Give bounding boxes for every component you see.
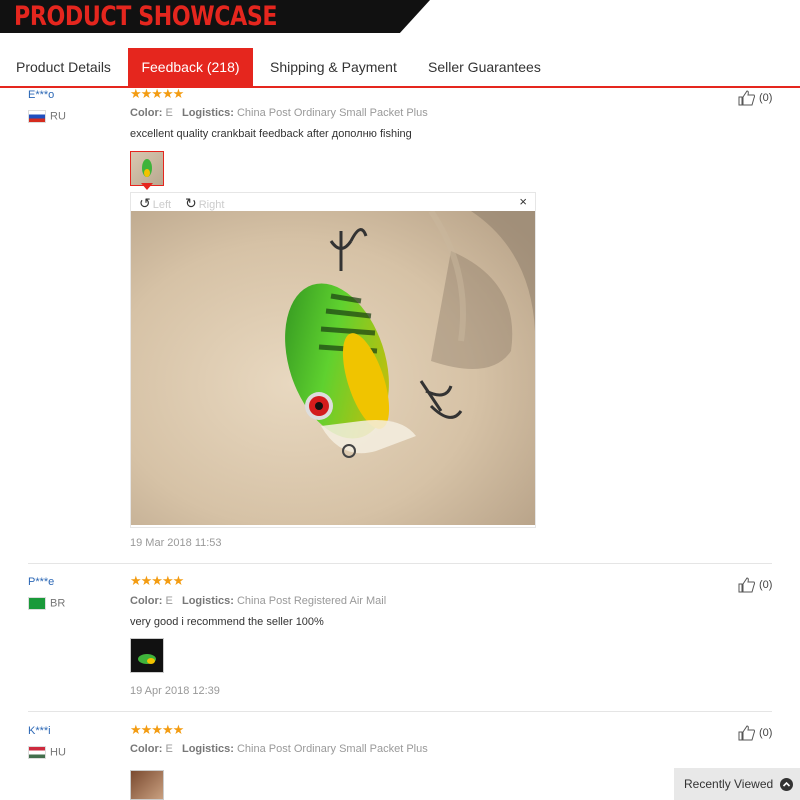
review-photo-lure <box>131 211 535 525</box>
review-meta: Color: E Logistics: China Post Ordinary … <box>130 743 428 755</box>
review-photo-thumbnail[interactable] <box>130 770 164 800</box>
review-date: 19 Apr 2018 12:39 <box>130 685 220 697</box>
review-date: 19 Mar 2018 11:53 <box>130 537 222 549</box>
reviewer-country: HU <box>28 746 66 759</box>
tab-feedback[interactable]: Feedback (218) <box>128 48 253 86</box>
banner-title: PRODUCT SHOWCASE <box>14 1 278 32</box>
like-button[interactable]: (0) <box>738 577 772 593</box>
tab-bar: Product Details Feedback (218) Shipping … <box>0 48 800 88</box>
review-text: excellent quality crankbait feedback aft… <box>130 128 412 140</box>
viewer-toolbar: ↺ Left ↻ Right × <box>131 193 535 211</box>
tab-seller-guarantees[interactable]: Seller Guarantees <box>428 48 541 86</box>
review-divider <box>28 563 772 564</box>
image-viewer: ↺ Left ↻ Right × <box>130 192 536 528</box>
lure-thumbnail-icon <box>138 654 156 664</box>
thumbnail-pointer-icon <box>141 183 153 190</box>
reviewer-name[interactable]: P***e <box>28 576 54 588</box>
rating-stars: ★★★★★ <box>130 86 184 101</box>
like-button[interactable]: (0) <box>738 725 772 741</box>
review-meta: Color: E Logistics: China Post Registere… <box>130 595 387 607</box>
recently-viewed-button[interactable]: Recently Viewed <box>674 768 800 800</box>
reviewer-name[interactable]: K***i <box>28 725 51 737</box>
tab-product-details[interactable]: Product Details <box>16 48 111 86</box>
reviewer-country: BR <box>28 597 65 610</box>
tab-shipping-payment[interactable]: Shipping & Payment <box>270 48 397 86</box>
reviewer-country: RU <box>28 110 66 123</box>
thumbs-up-icon <box>738 725 755 741</box>
like-button[interactable]: (0) <box>738 90 772 106</box>
recently-viewed-label: Recently Viewed <box>684 777 774 791</box>
rotate-left-icon: ↺ <box>139 195 151 211</box>
rating-stars: ★★★★★ <box>130 722 184 737</box>
showcase-banner: PRODUCT SHOWCASE <box>0 0 800 48</box>
rotate-right-button[interactable]: ↻ Right <box>185 195 224 212</box>
review-text: very good i recommend the seller 100% <box>130 616 324 628</box>
review-divider <box>28 711 772 712</box>
rotate-left-button[interactable]: ↺ Left <box>139 195 171 212</box>
review-meta: Color: E Logistics: China Post Ordinary … <box>130 107 428 119</box>
flag-br-icon <box>28 597 46 610</box>
thumbs-up-icon <box>738 577 755 593</box>
reviewer-name[interactable]: E***o <box>28 89 54 101</box>
rating-stars: ★★★★★ <box>130 573 184 588</box>
close-viewer-button[interactable]: × <box>519 194 527 209</box>
review-photo-thumbnail[interactable] <box>130 151 164 186</box>
flag-ru-icon <box>28 110 46 123</box>
chevron-up-icon <box>780 778 793 791</box>
thumbs-up-icon <box>738 90 755 106</box>
flag-hu-icon <box>28 746 46 759</box>
lure-thumbnail-icon <box>142 159 152 177</box>
review-photo-thumbnail[interactable] <box>130 638 164 673</box>
rotate-right-icon: ↻ <box>185 195 197 211</box>
